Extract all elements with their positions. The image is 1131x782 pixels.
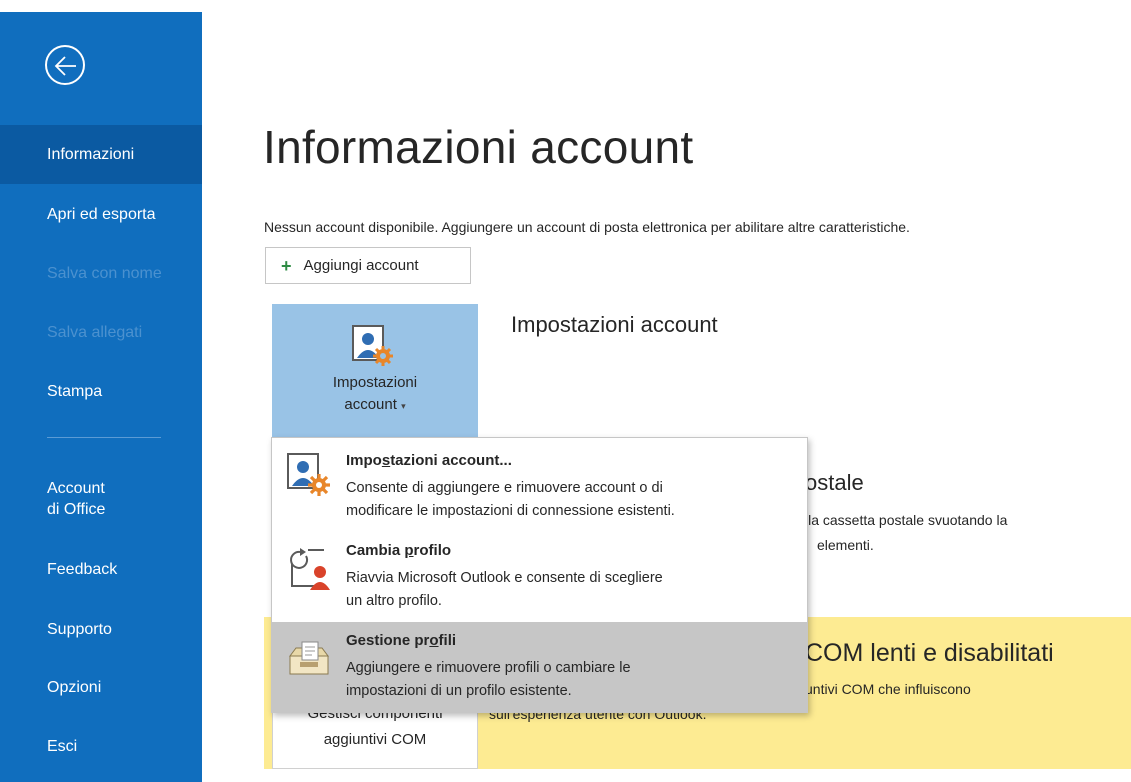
page-title: Informazioni account	[263, 121, 694, 173]
nav-label: Informazioni	[47, 146, 135, 163]
title-part: fili	[438, 632, 457, 649]
add-account-button[interactable]: + Aggiungi account	[265, 247, 471, 284]
com-tile-label-line2: aggiuntivi COM	[323, 731, 427, 748]
accelerator-key: o	[429, 632, 439, 649]
top-strip	[0, 0, 1131, 12]
nav-salva-con-nome: Salva con nome	[0, 259, 202, 289]
title-part: Cambia	[346, 542, 405, 559]
settings-section-title: Impostazioni account	[511, 312, 718, 337]
menu-item-manage-profiles[interactable]: Gestione profili Aggiungere e rimuovere …	[272, 622, 807, 712]
title-part: Impo	[346, 452, 382, 469]
accelerator-key: p	[404, 542, 414, 559]
nav-label: Opzioni	[47, 679, 102, 696]
nav-label-line1: Account	[47, 480, 105, 497]
tile-label-line1: Impostazioni	[332, 374, 418, 391]
com-section-title: COM lenti e disabilitati	[805, 639, 1054, 667]
menu-item-desc-line1: Aggiungere e rimuovere profili o cambiar…	[346, 660, 631, 676]
nav-account-office[interactable]: Account di Office	[0, 478, 202, 524]
mailbox-text-line2: elementi.	[817, 537, 874, 553]
nav-label-line2: di Office	[47, 501, 106, 518]
menu-item-desc-line2: modificare le impostazioni di connession…	[346, 503, 675, 519]
nav-label: Salva con nome	[47, 265, 162, 282]
nav-opzioni[interactable]: Opzioni	[0, 673, 202, 703]
title-part: Gestione pr	[346, 632, 430, 649]
backstage-sidebar: Informazioni Apri ed esporta Salva con n…	[0, 0, 202, 782]
nav-stampa[interactable]: Stampa	[0, 377, 202, 407]
dropdown-caret-icon: ▾	[401, 401, 406, 411]
nav-salva-allegati: Salva allegati	[0, 318, 202, 348]
mailbox-text-line1: lla cassetta postale svuotando la	[805, 512, 1008, 528]
account-settings-dropdown-menu: Impostazioni account... Consente di aggi…	[271, 437, 808, 713]
nav-label: Feedback	[47, 561, 118, 578]
nav-apri-esporta[interactable]: Apri ed esporta	[0, 200, 202, 230]
nav-label: Salva allegati	[47, 324, 143, 341]
com-text-line1: untivi COM che influiscono	[805, 681, 971, 697]
plus-icon: +	[281, 255, 292, 276]
tile-label-line2: account	[344, 396, 397, 413]
menu-item-change-profile[interactable]: Cambia profilo Riavvia Microsoft Outlook…	[272, 530, 807, 620]
back-button[interactable]	[45, 45, 85, 85]
mailbox-section-title: ostale	[805, 470, 864, 495]
add-account-label: Aggiungi account	[303, 257, 419, 274]
manage-profiles-icon	[289, 641, 329, 675]
title-part: rofilo	[413, 542, 452, 559]
nav-label: Esci	[47, 738, 78, 755]
account-settings-icon	[287, 453, 330, 496]
no-account-description: Nessun account disponibile. Aggiungere u…	[264, 219, 910, 235]
account-settings-tile[interactable]: Impostazioni account ▾	[272, 304, 478, 437]
menu-item-title: Cambia profilo	[346, 542, 451, 559]
title-part: tazioni account...	[390, 452, 512, 469]
menu-item-desc-line2: un altro profilo.	[346, 593, 442, 609]
change-profile-icon	[290, 548, 330, 590]
account-settings-icon	[352, 325, 393, 366]
menu-item-desc-line1: Riavvia Microsoft Outlook e consente di …	[346, 570, 663, 586]
nav-label: Apri ed esporta	[47, 206, 156, 223]
menu-item-title: Gestione profili	[346, 632, 456, 649]
nav-label: Supporto	[47, 621, 112, 638]
menu-item-account-settings[interactable]: Impostazioni account... Consente di aggi…	[272, 438, 807, 530]
accelerator-key: s	[381, 452, 391, 469]
nav-esci[interactable]: Esci	[0, 732, 202, 762]
tile-label-line2-wrap: account ▾	[272, 396, 478, 413]
nav-label: Stampa	[47, 383, 103, 400]
back-arrow-icon	[54, 56, 76, 76]
nav-supporto[interactable]: Supporto	[0, 615, 202, 645]
menu-item-desc-line2: impostazioni di un profilo esistente.	[346, 683, 572, 699]
menu-item-desc-line1: Consente di aggiungere e rimuovere accou…	[346, 480, 663, 496]
nav-feedback[interactable]: Feedback	[0, 555, 202, 585]
nav-informazioni[interactable]: Informazioni	[0, 125, 202, 184]
nav-divider	[47, 437, 161, 438]
menu-item-title: Impostazioni account...	[346, 452, 512, 469]
